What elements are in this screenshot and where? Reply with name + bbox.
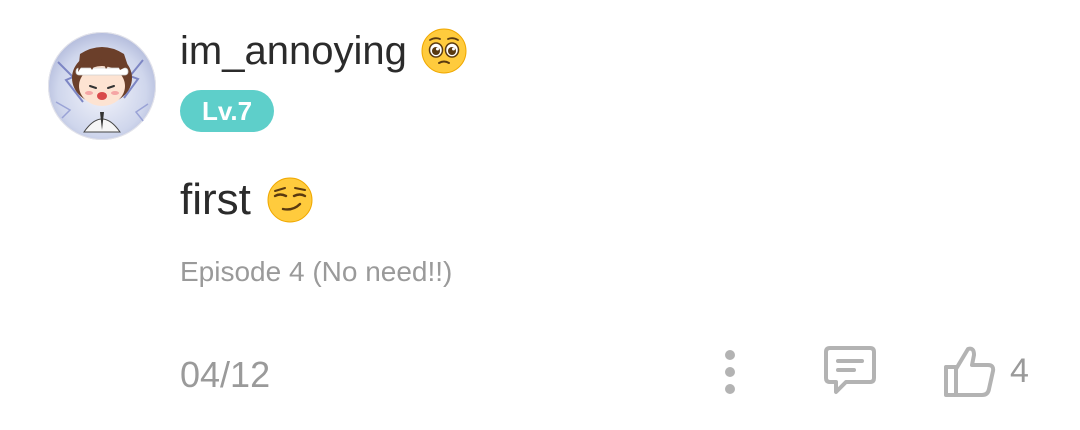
reply-button[interactable]	[822, 344, 878, 398]
smirking-face-emoji-icon	[267, 177, 313, 223]
comment-body: first	[180, 174, 313, 226]
thumbs-up-icon	[944, 346, 996, 397]
comment-item: im_annoying Lv.7 first Episode 4 (No nee…	[0, 0, 1080, 430]
avatar-illustration	[55, 47, 149, 133]
username[interactable]: im_annoying	[180, 28, 407, 74]
pleading-face-emoji-icon	[421, 28, 467, 74]
avatar[interactable]	[48, 32, 156, 140]
more-dot-icon	[725, 367, 735, 377]
episode-link[interactable]: Episode 4 (No need!!)	[180, 254, 452, 290]
like-count: 4	[1010, 352, 1029, 390]
like-button[interactable]: 4	[942, 342, 1029, 400]
comment-date: 04/12	[180, 354, 271, 395]
reply-bubble-icon	[824, 346, 876, 394]
more-options-button[interactable]	[712, 344, 748, 400]
level-badge: Lv.7	[180, 90, 275, 132]
more-dot-icon	[725, 384, 735, 394]
more-dot-icon	[725, 350, 735, 360]
comment-text: first	[180, 175, 251, 224]
username-row: im_annoying	[180, 28, 467, 74]
